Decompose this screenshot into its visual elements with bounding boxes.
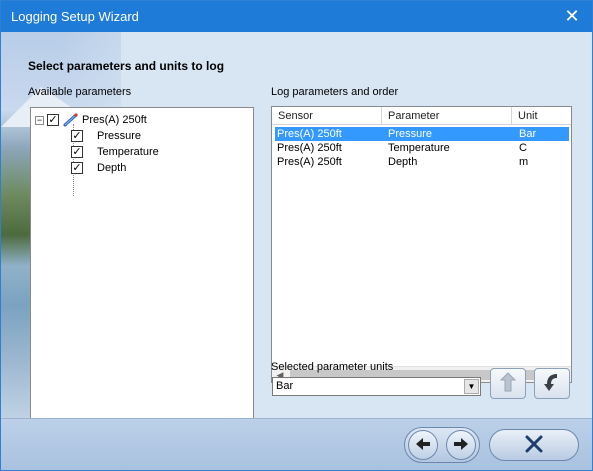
up-arrow-icon	[497, 371, 519, 396]
cell-unit: m	[519, 156, 529, 168]
window-title: Logging Setup Wizard	[11, 9, 139, 24]
tree-node-pressure[interactable]: ✓ Pressure	[71, 128, 141, 144]
cell-sensor: Pres(A) 250ft	[277, 142, 342, 154]
table-row[interactable]: Pres(A) 250ft Temperature C	[275, 141, 569, 155]
table-row[interactable]: Pres(A) 250ft Depth m	[275, 155, 569, 169]
down-arrow-icon	[541, 371, 563, 396]
list-header: Sensor Parameter Unit	[272, 107, 571, 125]
tree-node-label: Pressure	[97, 130, 142, 142]
cell-parameter: Temperature	[388, 142, 450, 154]
cell-unit: C	[519, 142, 527, 154]
tree-node-label: Temperature	[97, 146, 159, 158]
units-dropdown-value: Bar	[276, 380, 294, 392]
temperature-checkbox[interactable]: ✓	[71, 146, 83, 158]
available-parameters-tree[interactable]: − ✓ Pres(A) 250ft ✓ Pressure ✓ Temperatu…	[30, 107, 254, 429]
cancel-x-icon	[524, 435, 544, 456]
column-header-sensor[interactable]: Sensor	[272, 107, 382, 125]
column-header-parameter[interactable]: Parameter	[382, 107, 512, 125]
tree-node-label: Depth	[97, 162, 127, 174]
logging-setup-wizard-window: Logging Setup Wizard ✕ Select parameters…	[0, 0, 593, 471]
next-button[interactable]	[446, 430, 476, 460]
sensor-node-label: Pres(A) 250ft	[82, 114, 147, 126]
back-button[interactable]	[408, 430, 438, 460]
cell-parameter: Pressure	[388, 128, 433, 140]
units-dropdown[interactable]: Bar ▼	[272, 377, 481, 396]
sensor-checkbox[interactable]: ✓	[47, 114, 59, 126]
wizard-footer	[1, 418, 592, 470]
cell-unit: Bar	[519, 128, 537, 140]
cancel-button[interactable]	[489, 429, 579, 461]
cell-parameter: Depth	[388, 156, 418, 168]
depth-checkbox[interactable]: ✓	[71, 162, 83, 174]
chevron-down-icon[interactable]: ▼	[464, 379, 479, 394]
page-title: Select parameters and units to log	[28, 59, 225, 73]
cell-sensor: Pres(A) 250ft	[277, 128, 342, 140]
table-row[interactable]: Pres(A) 250ft Pressure Bar	[275, 127, 569, 141]
available-parameters-label: Available parameters	[28, 86, 132, 98]
move-up-button[interactable]	[490, 368, 526, 399]
tree-node-temperature[interactable]: ✓ Temperature	[71, 144, 159, 160]
log-parameters-list[interactable]: Sensor Parameter Unit Pres(A) 250ft Pres…	[271, 106, 572, 383]
back-arrow-icon	[415, 437, 431, 454]
tree-node-sensor[interactable]: − ✓ Pres(A) 250ft	[35, 112, 147, 128]
close-icon[interactable]: ✕	[556, 3, 588, 29]
collapse-icon[interactable]: −	[35, 115, 44, 125]
title-bar: Logging Setup Wizard ✕	[1, 1, 592, 32]
pressure-checkbox[interactable]: ✓	[71, 130, 83, 142]
column-header-unit[interactable]: Unit	[512, 107, 571, 125]
cell-sensor: Pres(A) 250ft	[277, 156, 342, 168]
log-parameters-label: Log parameters and order	[271, 86, 399, 98]
tree-node-depth[interactable]: ✓ Depth	[71, 160, 126, 176]
move-down-button[interactable]	[534, 368, 570, 399]
selected-units-label: Selected parameter units	[271, 361, 394, 373]
nav-button-group	[404, 427, 480, 463]
wizard-client-area: Select parameters and units to log Avail…	[1, 32, 592, 470]
next-arrow-icon	[453, 437, 469, 454]
sensor-icon	[63, 113, 79, 127]
